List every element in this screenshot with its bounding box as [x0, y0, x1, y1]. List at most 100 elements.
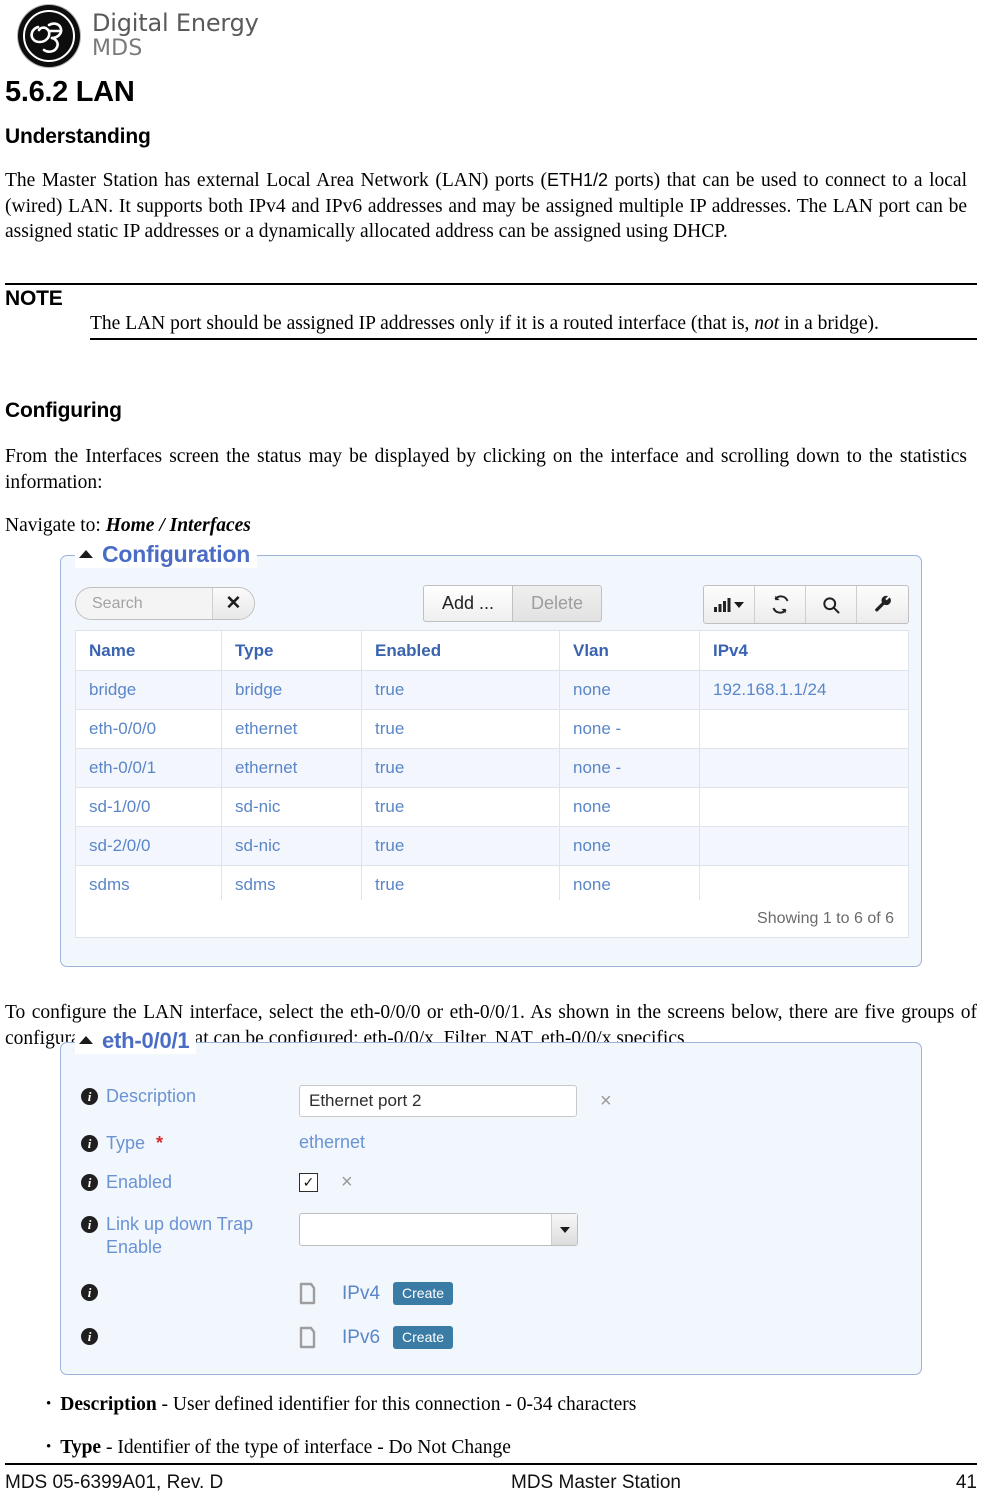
wrench-icon[interactable]: [857, 586, 908, 623]
configuration-screenshot: Configuration Search ✕ Add ... Delete Na…: [60, 541, 922, 967]
table-row[interactable]: bridge bridge true none 192.168.1.1/24: [75, 670, 909, 710]
ipv6-label[interactable]: IPv6: [342, 1327, 380, 1349]
cell-type: ethernet: [221, 748, 362, 788]
link-trap-row: i Link up down Trap Enable: [81, 1213, 901, 1259]
note-emphasis: not: [754, 313, 780, 334]
list-item: • Description - User defined identifier …: [46, 1392, 946, 1417]
ipv6-row: i IPv6 Create: [81, 1325, 901, 1350]
bullet-text: - User defined identifier for this conne…: [156, 1394, 637, 1415]
column-header-type[interactable]: Type: [221, 630, 362, 671]
brand-line-1: Digital Energy: [92, 9, 259, 38]
cell-name[interactable]: eth-0/0/0: [75, 709, 222, 749]
cell-type: bridge: [221, 670, 362, 710]
description-label-text: Description: [106, 1086, 197, 1106]
search-clear-icon[interactable]: ✕: [212, 588, 254, 619]
table-row[interactable]: eth-0/0/0 ethernet true none -: [75, 709, 909, 749]
ipv6-value: IPv6 Create: [299, 1325, 901, 1350]
cell-ipv4: [699, 787, 909, 827]
cell-enabled: true: [361, 709, 560, 749]
bullet-marker: •: [46, 1439, 52, 1455]
cell-name[interactable]: sd-1/0/0: [75, 787, 222, 827]
eth-interface-screenshot: eth-0/0/1 i Description Ethernet port 2 …: [60, 1028, 922, 1375]
enabled-clear-icon[interactable]: ×: [341, 1171, 353, 1194]
column-header-enabled[interactable]: Enabled: [361, 630, 560, 671]
column-header-name[interactable]: Name: [75, 630, 222, 671]
caret-up-icon[interactable]: [79, 1036, 93, 1044]
navigate-paragraph: Navigate to: Home / Interfaces: [5, 513, 705, 539]
table-row[interactable]: sd-1/0/0 sd-nic true none: [75, 787, 909, 827]
info-icon[interactable]: i: [81, 1216, 98, 1233]
note-top-rule: [5, 283, 977, 285]
table-row[interactable]: sd-2/0/0 sd-nic true none: [75, 826, 909, 866]
note-block: NOTE The LAN port should be assigned IP …: [5, 283, 977, 340]
navigate-prefix: Navigate to:: [5, 515, 106, 536]
caret-up-icon[interactable]: [79, 549, 93, 558]
search-icon[interactable]: [806, 586, 857, 623]
note-body: The LAN port should be assigned IP addre…: [90, 311, 977, 340]
showing-count-label: Showing 1 to 6 of 6: [757, 909, 894, 927]
search-input[interactable]: Search ✕: [75, 587, 255, 620]
cell-enabled: true: [361, 670, 560, 710]
navigate-path: Home / Interfaces: [105, 515, 251, 536]
enabled-row: i Enabled ✓ ×: [81, 1171, 901, 1194]
ipv4-create-button[interactable]: Create: [393, 1282, 454, 1305]
column-header-ipv4[interactable]: IPv4: [699, 630, 909, 671]
folder-icon: [299, 1325, 329, 1350]
eth-interface-panel: eth-0/0/1 i Description Ethernet port 2 …: [60, 1028, 922, 1375]
footer-document-id: MDS 05-6399A01, Rev. D: [5, 1472, 224, 1493]
delete-button[interactable]: Delete: [513, 585, 603, 622]
cell-ipv4: [699, 748, 909, 788]
toolbar-action-buttons: Add ... Delete: [423, 585, 603, 622]
chevron-down-icon[interactable]: [551, 1214, 577, 1245]
enabled-value: ✓ ×: [299, 1171, 901, 1194]
cell-name[interactable]: eth-0/0/1: [75, 748, 222, 788]
bullet-term: Type: [60, 1437, 102, 1458]
brand-logo: Digital Energy MDS: [18, 5, 259, 67]
cell-name[interactable]: bridge: [75, 670, 222, 710]
cell-enabled: true: [361, 787, 560, 827]
link-trap-select[interactable]: [299, 1213, 578, 1246]
cell-vlan: none -: [559, 748, 700, 788]
bar-chart-icon[interactable]: [704, 586, 755, 623]
table-header-row: Name Type Enabled Vlan IPv4: [75, 630, 909, 671]
ipv4-row: i IPv4 Create: [81, 1281, 901, 1306]
type-label: i Type *: [81, 1132, 299, 1155]
description-clear-icon[interactable]: ×: [600, 1090, 612, 1113]
footer-rule: [5, 1463, 977, 1465]
ipv4-info-col: i: [81, 1281, 299, 1301]
enabled-checkbox[interactable]: ✓: [299, 1173, 318, 1192]
cell-vlan: none: [559, 826, 700, 866]
info-icon[interactable]: i: [81, 1088, 98, 1105]
cell-enabled: true: [361, 865, 560, 905]
note-text-2: in a bridge).: [779, 313, 879, 334]
cell-ipv4: [699, 865, 909, 905]
ipv4-label[interactable]: IPv4: [342, 1283, 380, 1305]
ipv6-info-col: i: [81, 1325, 299, 1345]
description-value: Ethernet port 2 ×: [299, 1085, 901, 1117]
info-icon[interactable]: i: [81, 1284, 98, 1301]
configuration-toolbar: Search ✕ Add ... Delete: [75, 583, 909, 627]
from-interfaces-paragraph: From the Interfaces screen the status ma…: [5, 446, 967, 493]
note-text-1: The LAN port should be assigned IP addre…: [90, 313, 755, 334]
table-row[interactable]: eth-0/0/1 ethernet true none -: [75, 748, 909, 788]
ge-monogram-icon: [18, 5, 80, 67]
column-header-vlan[interactable]: Vlan: [559, 630, 700, 671]
cell-type: sdms: [221, 865, 362, 905]
table-row[interactable]: sdms sdms true none: [75, 865, 909, 905]
cell-name[interactable]: sd-2/0/0: [75, 826, 222, 866]
info-icon[interactable]: i: [81, 1135, 98, 1152]
toolbar-icon-buttons: [703, 585, 909, 624]
add-button[interactable]: Add ...: [423, 585, 514, 622]
heading-understanding: Understanding: [5, 125, 151, 148]
info-icon[interactable]: i: [81, 1328, 98, 1345]
description-input[interactable]: Ethernet port 2: [299, 1085, 577, 1117]
description-row: i Description Ethernet port 2 ×: [81, 1085, 901, 1117]
ipv6-create-button[interactable]: Create: [393, 1326, 454, 1349]
refresh-icon[interactable]: [755, 586, 806, 623]
section-title: 5.6.2 LAN: [5, 76, 135, 108]
eth-panel-legend[interactable]: eth-0/0/1: [75, 1028, 197, 1054]
cell-name[interactable]: sdms: [75, 865, 222, 905]
configuration-panel-legend[interactable]: Configuration: [75, 541, 258, 568]
link-trap-label-line2: Enable: [106, 1237, 163, 1257]
info-icon[interactable]: i: [81, 1174, 98, 1191]
